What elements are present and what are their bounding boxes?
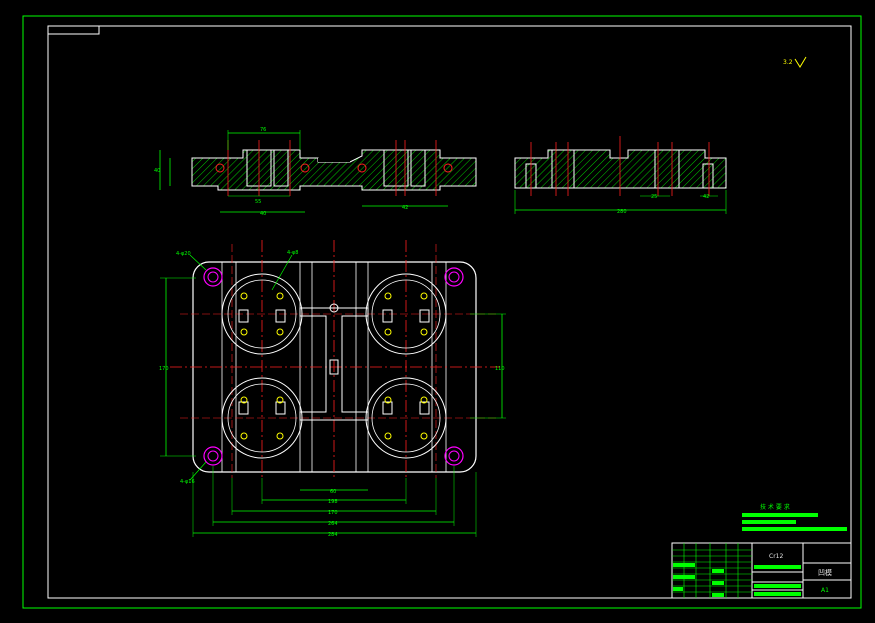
dim-plan-5: 170 bbox=[328, 510, 338, 516]
callout-3: 4-φ16 bbox=[180, 479, 195, 485]
dim-top-4: 55 bbox=[255, 199, 261, 205]
title-part-name: 凹模 bbox=[818, 568, 832, 577]
title-material: Cr12 bbox=[769, 553, 783, 560]
tech-req-line-2 bbox=[742, 520, 796, 524]
surface-roughness-note: 3.2 bbox=[783, 56, 807, 68]
side-section-hatch bbox=[515, 150, 726, 188]
dim-top-5: 40 bbox=[154, 168, 160, 174]
dim-plan-4: 198 bbox=[328, 499, 338, 505]
tech-req-line-3 bbox=[742, 527, 847, 531]
callout-1: 4-φ20 bbox=[176, 251, 191, 257]
dim-plan-3: 60 bbox=[330, 489, 336, 495]
callout-2: 4-φ8 bbox=[287, 250, 298, 256]
front-section-hatch bbox=[192, 150, 476, 190]
guide-hole-tl bbox=[203, 267, 223, 287]
dim-top-3: 42 bbox=[402, 205, 408, 211]
dim-side-2: 25 bbox=[651, 194, 657, 200]
guide-hole-br bbox=[444, 446, 464, 466]
outer-frame bbox=[22, 15, 862, 609]
dim-plan-1: 170 bbox=[159, 366, 169, 372]
title-sheet-size: A1 bbox=[821, 587, 829, 594]
front-section-view: 76 40 42 55 40 bbox=[154, 127, 477, 217]
guide-hole-bl bbox=[203, 446, 223, 466]
dim-plan-2: 110 bbox=[495, 366, 505, 372]
dim-plan-7: 284 bbox=[328, 532, 338, 538]
tech-req-line-1 bbox=[742, 513, 818, 517]
technical-requirements: 技 术 要 求 bbox=[742, 503, 847, 531]
inner-frame bbox=[47, 25, 852, 599]
surface-roughness-value: 3.2 bbox=[783, 59, 793, 66]
roughness-symbol-icon bbox=[794, 56, 807, 68]
cad-drawing-canvas[interactable]: 3.2 76 40 42 55 40 280 25 42 4-φ20 4-φ8 … bbox=[0, 0, 875, 623]
tech-req-title: 技 术 要 求 bbox=[760, 503, 790, 511]
drawing-number-box bbox=[47, 25, 100, 35]
dim-plan-6: 264 bbox=[328, 521, 338, 527]
guide-hole-tr bbox=[444, 267, 464, 287]
dim-side-3: 42 bbox=[703, 194, 709, 200]
dim-top-2: 40 bbox=[260, 211, 266, 217]
dim-top-1: 76 bbox=[260, 127, 266, 133]
dim-side-1: 280 bbox=[617, 209, 627, 215]
sprue-groove bbox=[318, 158, 350, 162]
side-section-view: 280 25 42 bbox=[514, 136, 727, 215]
title-block: Cr12 凹模 A1 bbox=[671, 542, 852, 599]
plan-view: 4-φ20 4-φ8 4-φ16 170 110 60 198 170 264 … bbox=[159, 240, 506, 538]
